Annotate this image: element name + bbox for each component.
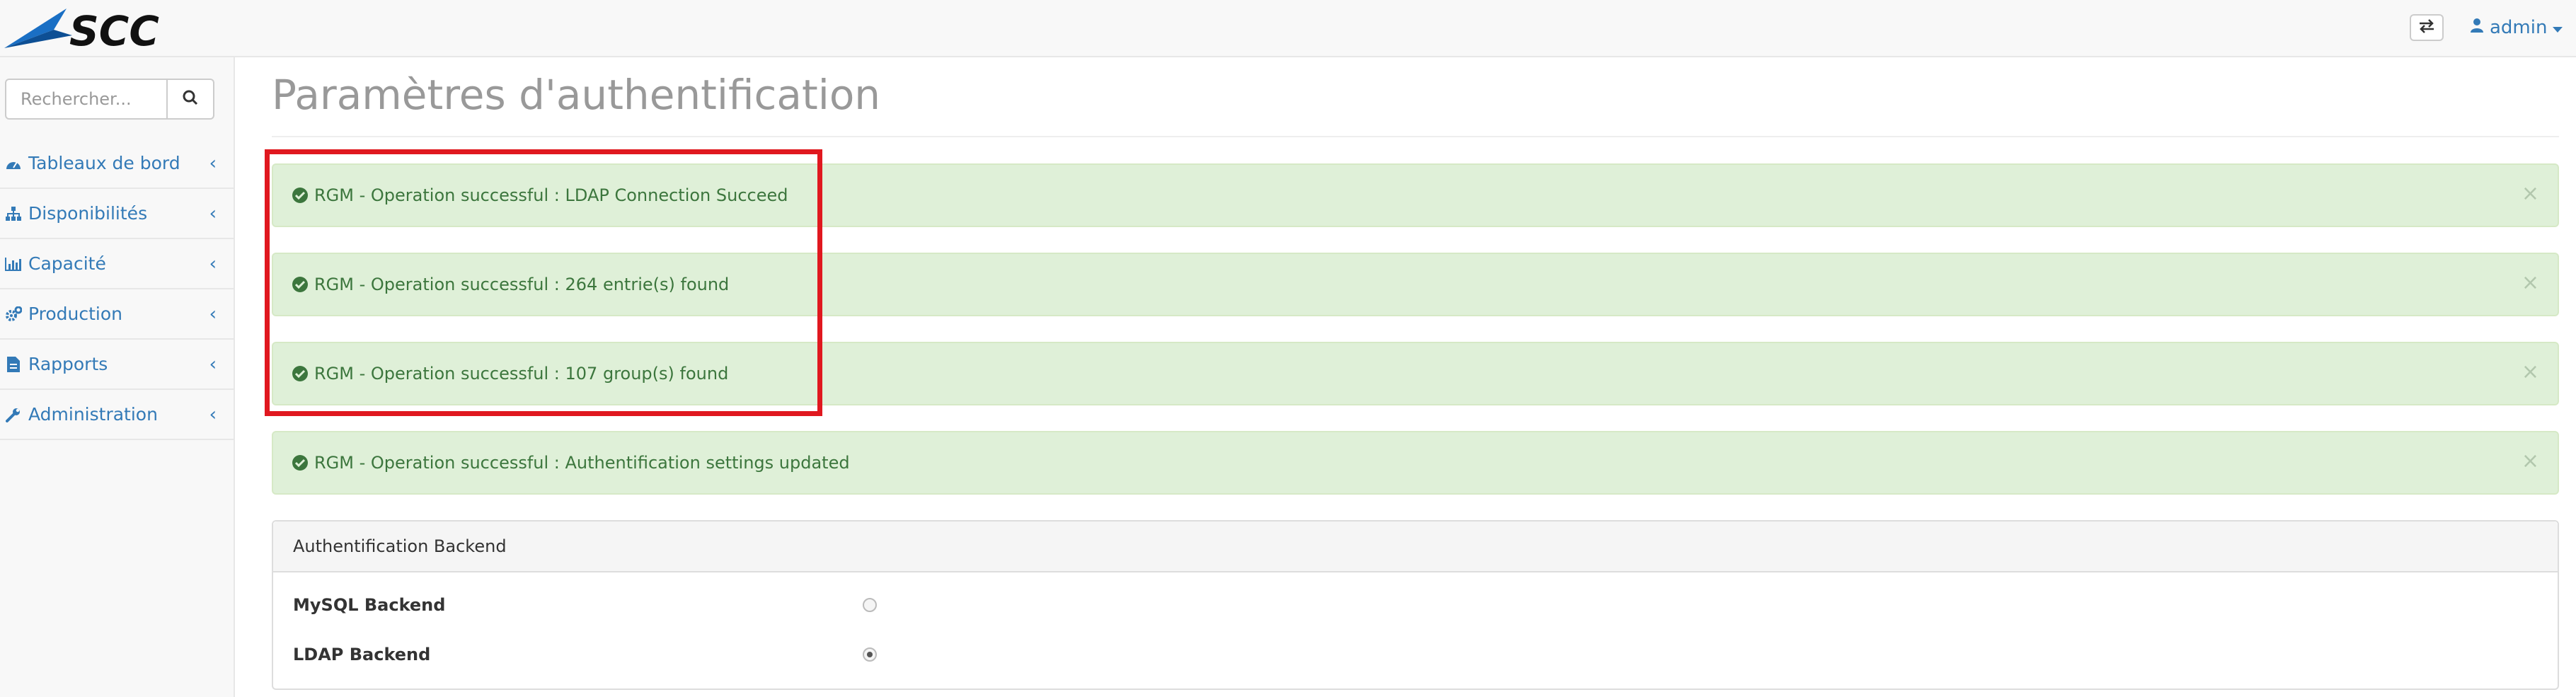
scc-logo-graphic: SCC (4, 7, 159, 55)
caret-down-icon (2553, 17, 2563, 38)
sidebar-item-tableaux-de-bord[interactable]: Tableaux de bord ‹ (0, 139, 234, 189)
check-circle-icon (292, 276, 309, 293)
sidebar-item-label: Disponibilités (28, 203, 148, 224)
page-title: Paramètres d'authentification (272, 71, 881, 119)
dashboard-icon (4, 154, 23, 173)
sidebar-item-label: Administration (28, 404, 158, 425)
chevron-left-icon: ‹ (209, 153, 217, 174)
close-alert-button[interactable]: × (2522, 272, 2539, 294)
top-navbar: SCC admin (0, 0, 2576, 57)
close-alert-button[interactable]: × (2522, 183, 2539, 205)
sidebar-item-disponibilites[interactable]: Disponibilités ‹ (0, 189, 234, 239)
sidebar-item-label: Capacité (28, 253, 106, 274)
sidebar-nav: Tableaux de bord ‹ Disponibilités ‹ Capa… (0, 139, 234, 440)
sitemap-icon (4, 205, 23, 223)
title-divider (272, 136, 2559, 137)
sidebar-item-rapports[interactable]: Rapports ‹ (0, 340, 234, 390)
scc-logo[interactable]: SCC (4, 4, 195, 55)
check-circle-icon (292, 187, 309, 204)
ldap-backend-radio[interactable] (863, 647, 877, 662)
alert-message: RGM - Operation successful : Authentific… (314, 453, 850, 473)
panel-heading: Authentification Backend (273, 522, 2558, 572)
chevron-left-icon: ‹ (209, 404, 217, 425)
sidebar-item-capacite[interactable]: Capacité ‹ (0, 239, 234, 289)
swap-toggle-button[interactable] (2410, 14, 2444, 41)
sidebar: Tableaux de bord ‹ Disponibilités ‹ Capa… (0, 57, 235, 697)
alert-success: RGM - Operation successful : 107 group(s… (272, 342, 2559, 405)
chevron-left-icon: ‹ (209, 354, 217, 375)
user-menu[interactable]: admin (2470, 14, 2563, 41)
alert-message: RGM - Operation successful : 107 group(s… (314, 364, 729, 384)
alert-success: RGM - Operation successful : 264 entrie(… (272, 253, 2559, 316)
sidebar-item-administration[interactable]: Administration ‹ (0, 390, 234, 440)
ldap-backend-label: LDAP Backend (293, 645, 431, 664)
auth-backend-panel: Authentification Backend MySQL Backend L… (272, 520, 2559, 690)
chevron-left-icon: ‹ (209, 253, 217, 275)
file-icon (4, 355, 23, 374)
search-input[interactable] (5, 79, 168, 120)
alert-message: RGM - Operation successful : 264 entrie(… (314, 275, 730, 294)
user-name: admin (2490, 17, 2548, 38)
check-circle-icon (292, 454, 309, 471)
sidebar-item-label: Production (28, 304, 123, 324)
close-alert-button[interactable]: × (2522, 362, 2539, 383)
sidebar-item-production[interactable]: Production ‹ (0, 289, 234, 340)
user-icon (2470, 17, 2484, 38)
alert-success: RGM - Operation successful : LDAP Connec… (272, 163, 2559, 227)
mysql-backend-label: MySQL Backend (293, 595, 446, 615)
alert-success: RGM - Operation successful : Authentific… (272, 431, 2559, 495)
wrench-icon (4, 405, 23, 424)
chevron-left-icon: ‹ (209, 304, 217, 325)
sidebar-item-label: Tableaux de bord (28, 153, 180, 173)
bar-chart-icon (4, 255, 23, 273)
search-icon (183, 90, 198, 108)
gears-icon (4, 305, 23, 323)
sidebar-search (5, 79, 214, 120)
svg-text:SCC: SCC (69, 7, 159, 52)
chevron-left-icon: ‹ (209, 203, 217, 224)
mysql-backend-radio[interactable] (863, 598, 877, 612)
alert-message: RGM - Operation successful : LDAP Connec… (314, 185, 788, 205)
search-button[interactable] (168, 79, 214, 120)
check-circle-icon (292, 365, 309, 382)
close-alert-button[interactable]: × (2522, 451, 2539, 472)
swap-arrows-icon (2418, 19, 2435, 36)
sidebar-item-label: Rapports (28, 354, 108, 374)
